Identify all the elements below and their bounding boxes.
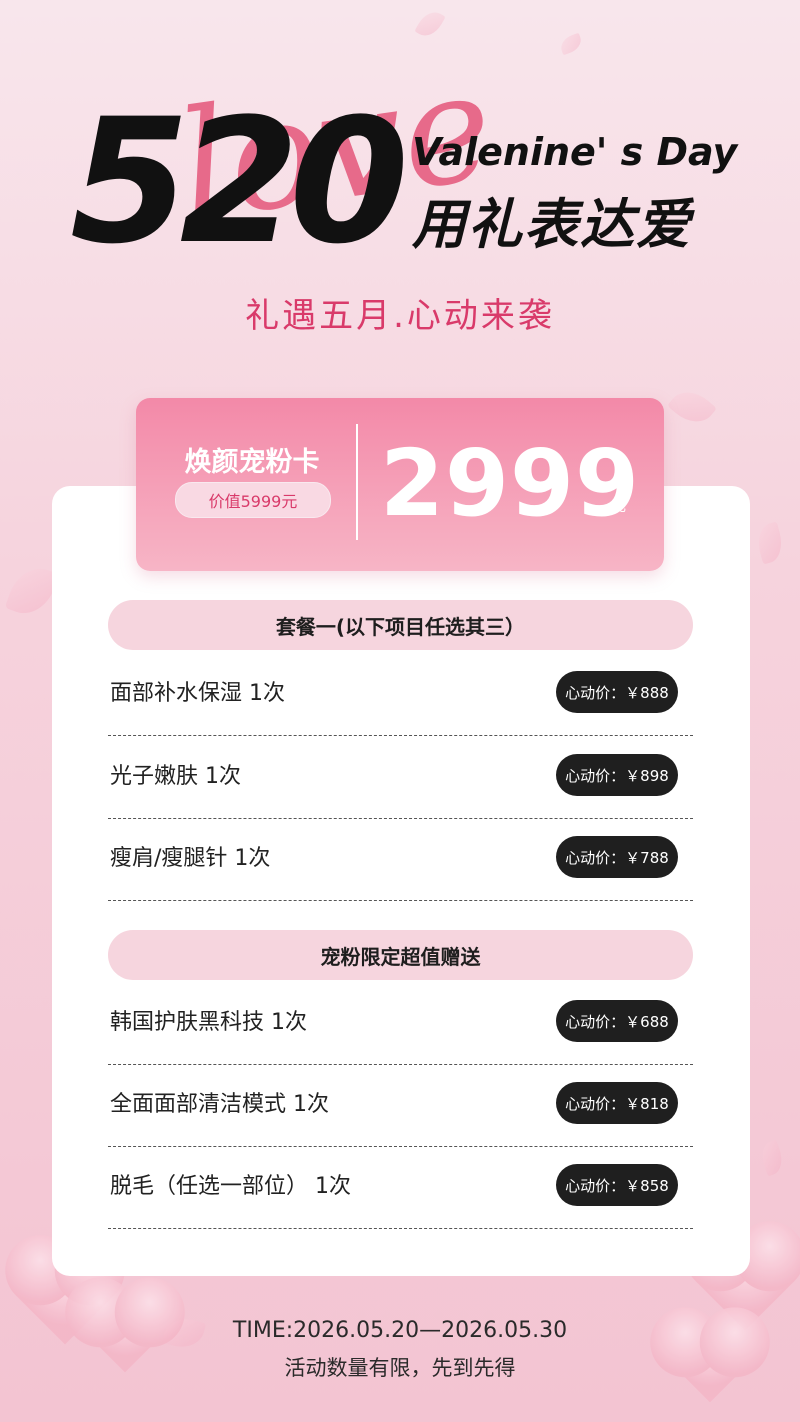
petal-decoration [557,32,585,56]
list-item: 脱毛（任选一部位） 1次 心动价：￥858 [108,1146,693,1229]
item-label: 全面面部清洁模式 1次 [110,1092,329,1117]
price-badge[interactable]: 心动价：￥688 [556,1000,678,1042]
price-badge[interactable]: 心动价：￥888 [556,671,678,713]
price-badge[interactable]: 心动价：￥898 [556,754,678,796]
list-item: 瘦肩/瘦腿针 1次 心动价：￥788 [108,818,693,901]
petal-decoration [414,6,446,42]
limit-note: 活动数量有限，先到先得 [284,1356,516,1380]
price-badge[interactable]: 心动价：￥788 [556,836,678,878]
item-label: 光子嫩肤 1次 [110,764,241,789]
price-unit: 元 [612,499,626,515]
price-badge[interactable]: 心动价：￥818 [556,1082,678,1124]
gift-section-header: 宠粉限定超值赠送 [108,930,693,980]
event-time: TIME:2026.05.20—2026.05.30 [232,1318,568,1343]
price-divider [356,424,358,540]
list-item: 全面面部清洁模式 1次 心动价：￥818 [108,1064,693,1147]
item-label: 瘦肩/瘦腿针 1次 [110,846,271,871]
english-title: Valenine' s Day [412,130,738,174]
headline-number: 520 [70,81,409,282]
petal-decoration [667,382,717,432]
card-name: 焕颜宠粉卡 [184,447,320,478]
petal-decoration [757,1139,787,1177]
card-price: 2999 [380,430,641,537]
petal-decoration [753,521,787,565]
list-item: 韩国护肤黑科技 1次 心动价：￥688 [108,982,693,1065]
worth-badge: 价值5999元 [175,482,331,518]
subtitle: 礼遇五月.心动来袭 [245,296,555,336]
chinese-title: 用礼表达爱 [412,193,692,256]
list-item: 面部补水保湿 1次 心动价：￥888 [108,653,693,736]
list-item: 光子嫩肤 1次 心动价：￥898 [108,736,693,819]
item-label: 韩国护肤黑科技 1次 [110,1010,307,1035]
price-badge[interactable]: 心动价：￥858 [556,1164,678,1206]
item-label: 面部补水保湿 1次 [110,681,285,706]
package-one-header: 套餐一(以下项目任选其三） [108,600,693,650]
item-label: 脱毛（任选一部位） 1次 [110,1174,351,1199]
